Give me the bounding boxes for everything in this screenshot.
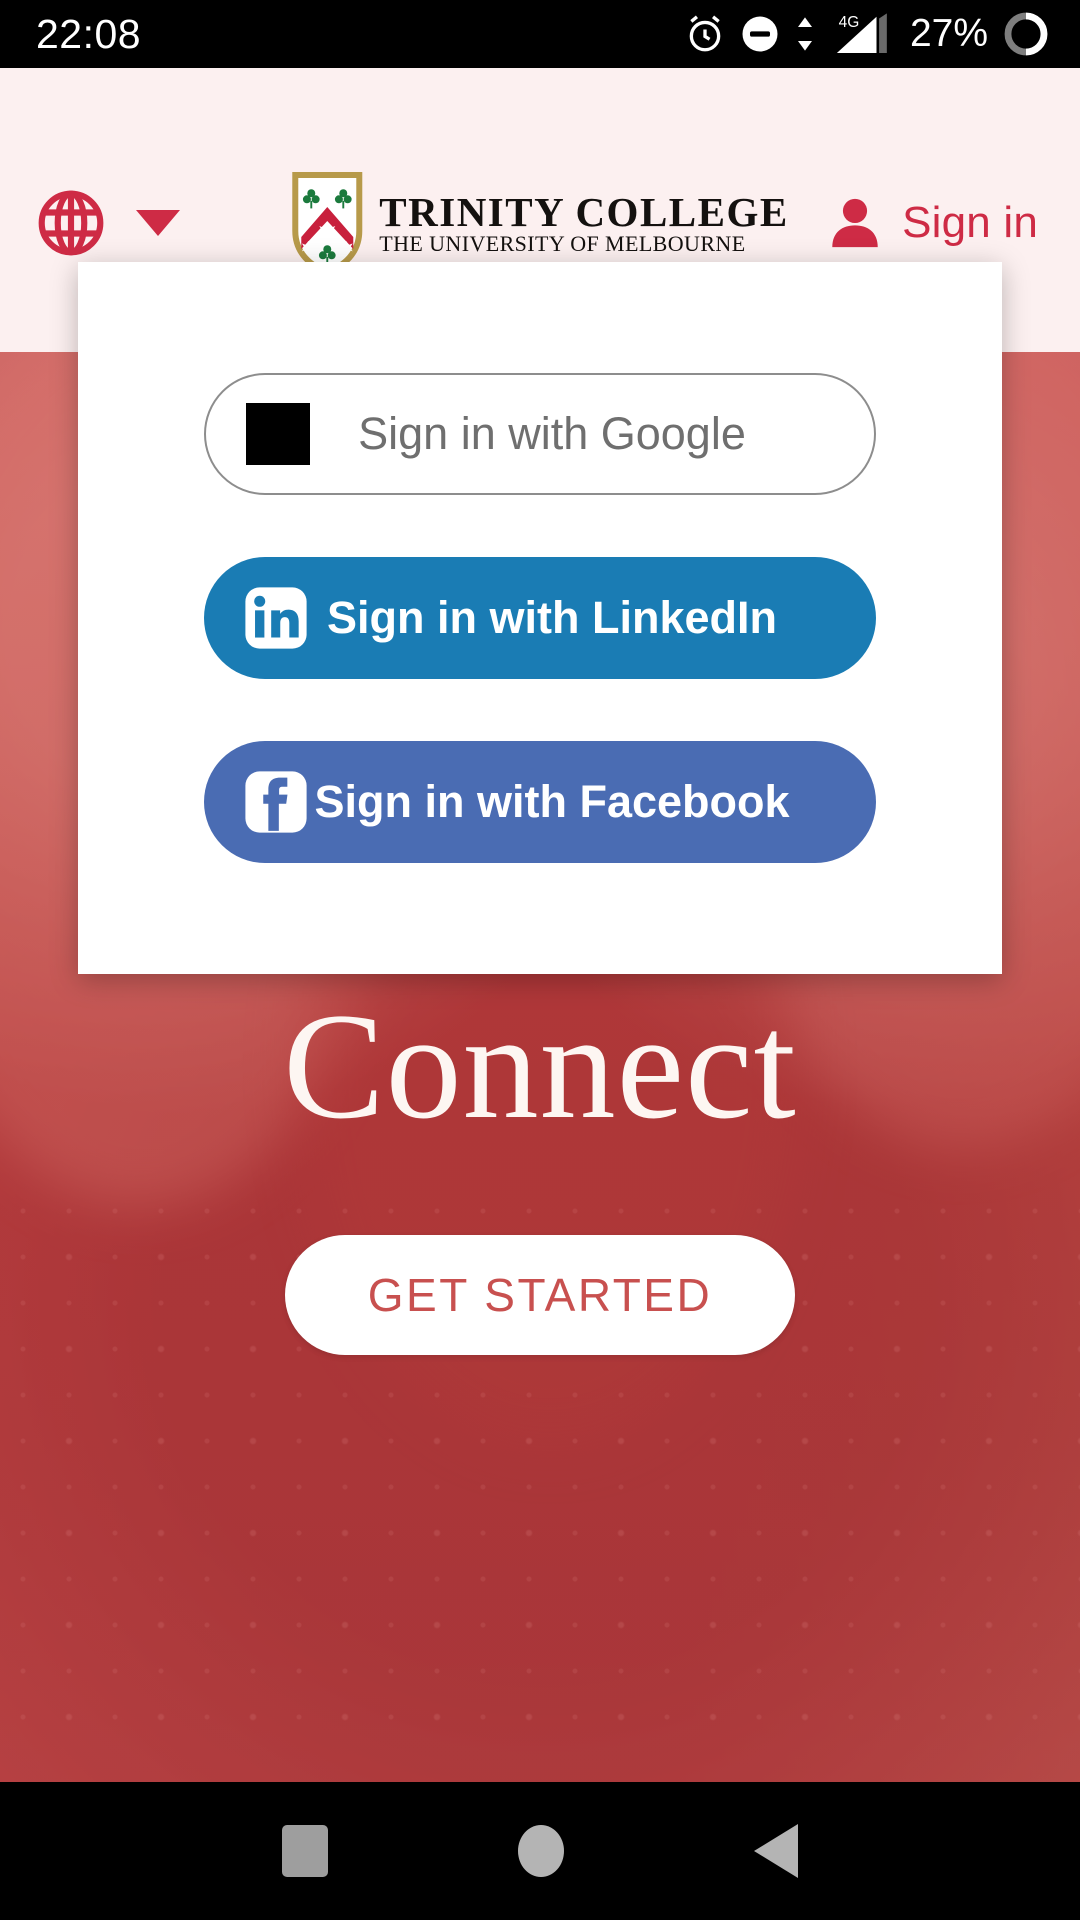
- linkedin-button-label: Sign in with LinkedIn: [327, 592, 777, 643]
- linkedin-icon: [240, 584, 312, 652]
- signal-4g-icon: 4G: [830, 11, 892, 57]
- language-selector[interactable]: [34, 186, 180, 260]
- page-title: Connect: [283, 982, 797, 1150]
- signin-button[interactable]: Sign in: [826, 192, 1038, 254]
- facebook-icon: [240, 768, 312, 836]
- google-button-label: Sign in with Google: [358, 408, 746, 459]
- status-bar: 22:08 4G 27%: [0, 0, 1080, 68]
- nav-back-button[interactable]: [754, 1824, 798, 1878]
- alarm-icon: [684, 13, 726, 55]
- android-nav-bar: [0, 1782, 1080, 1920]
- get-started-label: GET STARTED: [367, 1269, 713, 1321]
- status-icons: 4G 27%: [684, 10, 1050, 58]
- brand-name: TRINITY COLLEGE: [379, 188, 789, 235]
- data-transfer-icon: [794, 13, 816, 55]
- battery-ring-icon: [1002, 10, 1050, 58]
- chevron-down-icon: [136, 210, 180, 236]
- broken-image-placeholder-icon: [242, 403, 314, 465]
- sign-in-with-linkedin-button[interactable]: Sign in with LinkedIn: [204, 557, 876, 679]
- svg-text:4G: 4G: [839, 14, 860, 31]
- status-clock: 22:08: [36, 10, 142, 57]
- do-not-disturb-icon: [740, 14, 780, 54]
- person-icon: [826, 192, 884, 254]
- battery-percent-label: 27%: [909, 12, 988, 55]
- nav-recents-button[interactable]: [282, 1825, 328, 1877]
- brand-subtitle: THE UNIVERSITY OF MELBOURNE: [379, 230, 746, 256]
- globe-icon: [34, 186, 108, 260]
- facebook-button-label: Sign in with Facebook: [314, 776, 790, 827]
- nav-home-button[interactable]: [518, 1825, 564, 1877]
- brand-logo[interactable]: TRINITY COLLEGE THE UNIVERSITY OF MELBOU…: [291, 171, 788, 275]
- brand-text: TRINITY COLLEGE THE UNIVERSITY OF MELBOU…: [379, 188, 789, 256]
- phone-screen: TRINITY COLLEGE THE UNIVERSITY OF MELBOU…: [0, 0, 1080, 1920]
- trinity-crest-icon: [291, 171, 363, 275]
- sign-in-with-facebook-button[interactable]: Sign in with Facebook: [204, 741, 876, 863]
- signin-modal: Sign in with Google Sign in with LinkedI…: [78, 262, 1002, 974]
- signin-label: Sign in: [902, 198, 1038, 247]
- get-started-button[interactable]: GET STARTED: [285, 1235, 795, 1355]
- sign-in-with-google-button[interactable]: Sign in with Google: [204, 373, 876, 495]
